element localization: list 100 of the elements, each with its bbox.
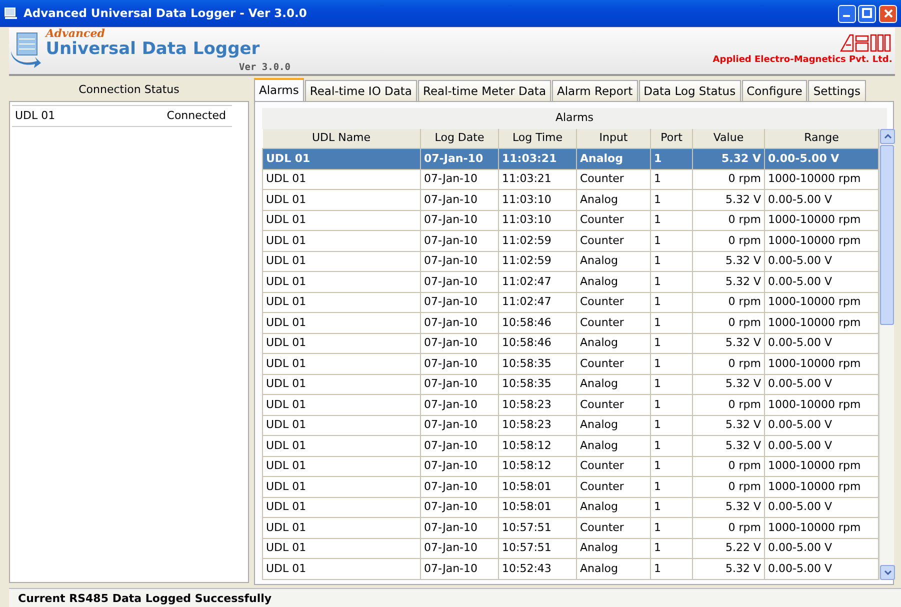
- column-header[interactable]: Range: [764, 128, 878, 149]
- table-cell: 1000-10000 rpm: [764, 456, 878, 477]
- table-cell: 0 rpm: [692, 518, 764, 538]
- table-cell: 1: [650, 312, 692, 334]
- table-cell: 0 rpm: [692, 476, 764, 498]
- table-cell: 5.32 V: [692, 415, 764, 436]
- tab[interactable]: Real-time Meter Data: [418, 80, 551, 101]
- table-cell: 1000-10000 rpm: [764, 169, 878, 190]
- table-cell: 11:02:59: [498, 251, 576, 272]
- table-cell: 0.00-5.00 V: [764, 374, 878, 395]
- product-title: Universal Data Logger: [46, 40, 260, 58]
- table-cell: UDL 01: [262, 476, 420, 498]
- table-cell: 0.00-5.00 V: [764, 538, 878, 559]
- table-cell: 0 rpm: [692, 456, 764, 477]
- column-header[interactable]: UDL Name: [262, 128, 420, 149]
- table-cell: 5.32 V: [692, 148, 764, 170]
- table-cell: 0 rpm: [692, 312, 764, 334]
- scroll-up-button[interactable]: [880, 128, 895, 144]
- table-cell: 07-Jan-10: [420, 210, 498, 231]
- version-label: Ver 3.0.0: [239, 61, 290, 75]
- table-cell: UDL 01: [262, 230, 420, 252]
- table-cell: 0 rpm: [692, 230, 764, 252]
- table-cell: 1: [650, 354, 692, 374]
- table-cell: UDL 01: [262, 148, 420, 170]
- table-cell: 10:58:23: [498, 394, 576, 416]
- table-cell: Counter: [576, 394, 650, 416]
- table-cell: 10:58:46: [498, 333, 576, 354]
- table-cell: 07-Jan-10: [420, 415, 498, 436]
- status-bar: Current RS485 Data Logged Successfully: [9, 588, 901, 607]
- table-cell: UDL 01: [262, 497, 420, 518]
- table-cell: 1: [650, 148, 692, 170]
- table-cell: UDL 01: [262, 210, 420, 231]
- maximize-button[interactable]: [858, 4, 876, 22]
- device-name: UDL 01: [15, 108, 56, 124]
- connection-state: Connected: [166, 108, 226, 124]
- table-cell: 0 rpm: [692, 210, 764, 231]
- table-cell: 07-Jan-10: [420, 558, 498, 580]
- table-cell: 5.32 V: [692, 374, 764, 395]
- table-cell: 5.22 V: [692, 538, 764, 559]
- grid-title: Alarms: [262, 108, 887, 129]
- table-cell: 0.00-5.00 V: [764, 148, 878, 170]
- table-cell: 07-Jan-10: [420, 148, 498, 170]
- table-cell: 1: [650, 190, 692, 210]
- table-cell: 0.00-5.00 V: [764, 190, 878, 210]
- table-cell: 5.32 V: [692, 272, 764, 292]
- table-cell: 07-Jan-10: [420, 312, 498, 334]
- table-cell: Analog: [576, 374, 650, 395]
- tab[interactable]: Settings: [808, 80, 866, 101]
- table-cell: 0.00-5.00 V: [764, 333, 878, 354]
- scroll-thumb[interactable]: [880, 144, 894, 325]
- table-cell: 07-Jan-10: [420, 374, 498, 395]
- table-cell: UDL 01: [262, 169, 420, 190]
- table-cell: UDL 01: [262, 518, 420, 538]
- table-cell: 07-Jan-10: [420, 354, 498, 374]
- company-logo-icon: [840, 34, 892, 52]
- tab[interactable]: Real-time IO Data: [304, 80, 417, 101]
- table-cell: 1: [650, 476, 692, 498]
- table-cell: Analog: [576, 415, 650, 436]
- table-cell: 10:58:01: [498, 497, 576, 518]
- table-cell: 07-Jan-10: [420, 190, 498, 210]
- table-cell: 10:52:43: [498, 558, 576, 580]
- column-header[interactable]: Input: [576, 128, 650, 149]
- table-cell: 1: [650, 272, 692, 292]
- table-cell: 5.32 V: [692, 497, 764, 518]
- column-header[interactable]: Value: [692, 128, 764, 149]
- table-cell: 11:03:21: [498, 169, 576, 190]
- tab[interactable]: Alarm Report: [552, 80, 638, 101]
- table-cell: UDL 01: [262, 538, 420, 559]
- tab[interactable]: Data Log Status: [638, 80, 741, 101]
- table-cell: 1000-10000 rpm: [764, 312, 878, 334]
- table-cell: UDL 01: [262, 456, 420, 477]
- table-cell: UDL 01: [262, 272, 420, 292]
- scroll-down-button[interactable]: [880, 564, 895, 580]
- tab[interactable]: Alarms: [254, 78, 304, 101]
- table-cell: Analog: [576, 436, 650, 456]
- table-cell: 10:58:35: [498, 354, 576, 374]
- column-header[interactable]: Log Time: [498, 128, 576, 149]
- table-cell: 07-Jan-10: [420, 169, 498, 190]
- column-header[interactable]: Port: [650, 128, 692, 149]
- table-cell: 11:02:47: [498, 272, 576, 292]
- table-cell: 10:58:01: [498, 476, 576, 498]
- table-cell: Counter: [576, 354, 650, 374]
- window-title: Advanced Universal Data Logger - Ver 3.0.0: [24, 4, 307, 22]
- scrollbar[interactable]: [879, 128, 894, 580]
- maximize-icon: [862, 8, 872, 18]
- table-cell: 07-Jan-10: [420, 251, 498, 272]
- table-cell: Counter: [576, 312, 650, 334]
- table-cell: 1: [650, 169, 692, 190]
- minimize-button[interactable]: [838, 4, 856, 22]
- table-cell: 10:58:35: [498, 374, 576, 395]
- table-cell: Analog: [576, 497, 650, 518]
- table-cell: 0 rpm: [692, 169, 764, 190]
- tab[interactable]: Configure: [742, 80, 808, 101]
- close-button[interactable]: [879, 4, 897, 22]
- table-cell: 07-Jan-10: [420, 518, 498, 538]
- table-cell: UDL 01: [262, 436, 420, 456]
- column-header[interactable]: Log Date: [420, 128, 498, 149]
- table-cell: 1000-10000 rpm: [764, 476, 878, 498]
- table-cell: 5.32 V: [692, 333, 764, 354]
- table-cell: UDL 01: [262, 558, 420, 580]
